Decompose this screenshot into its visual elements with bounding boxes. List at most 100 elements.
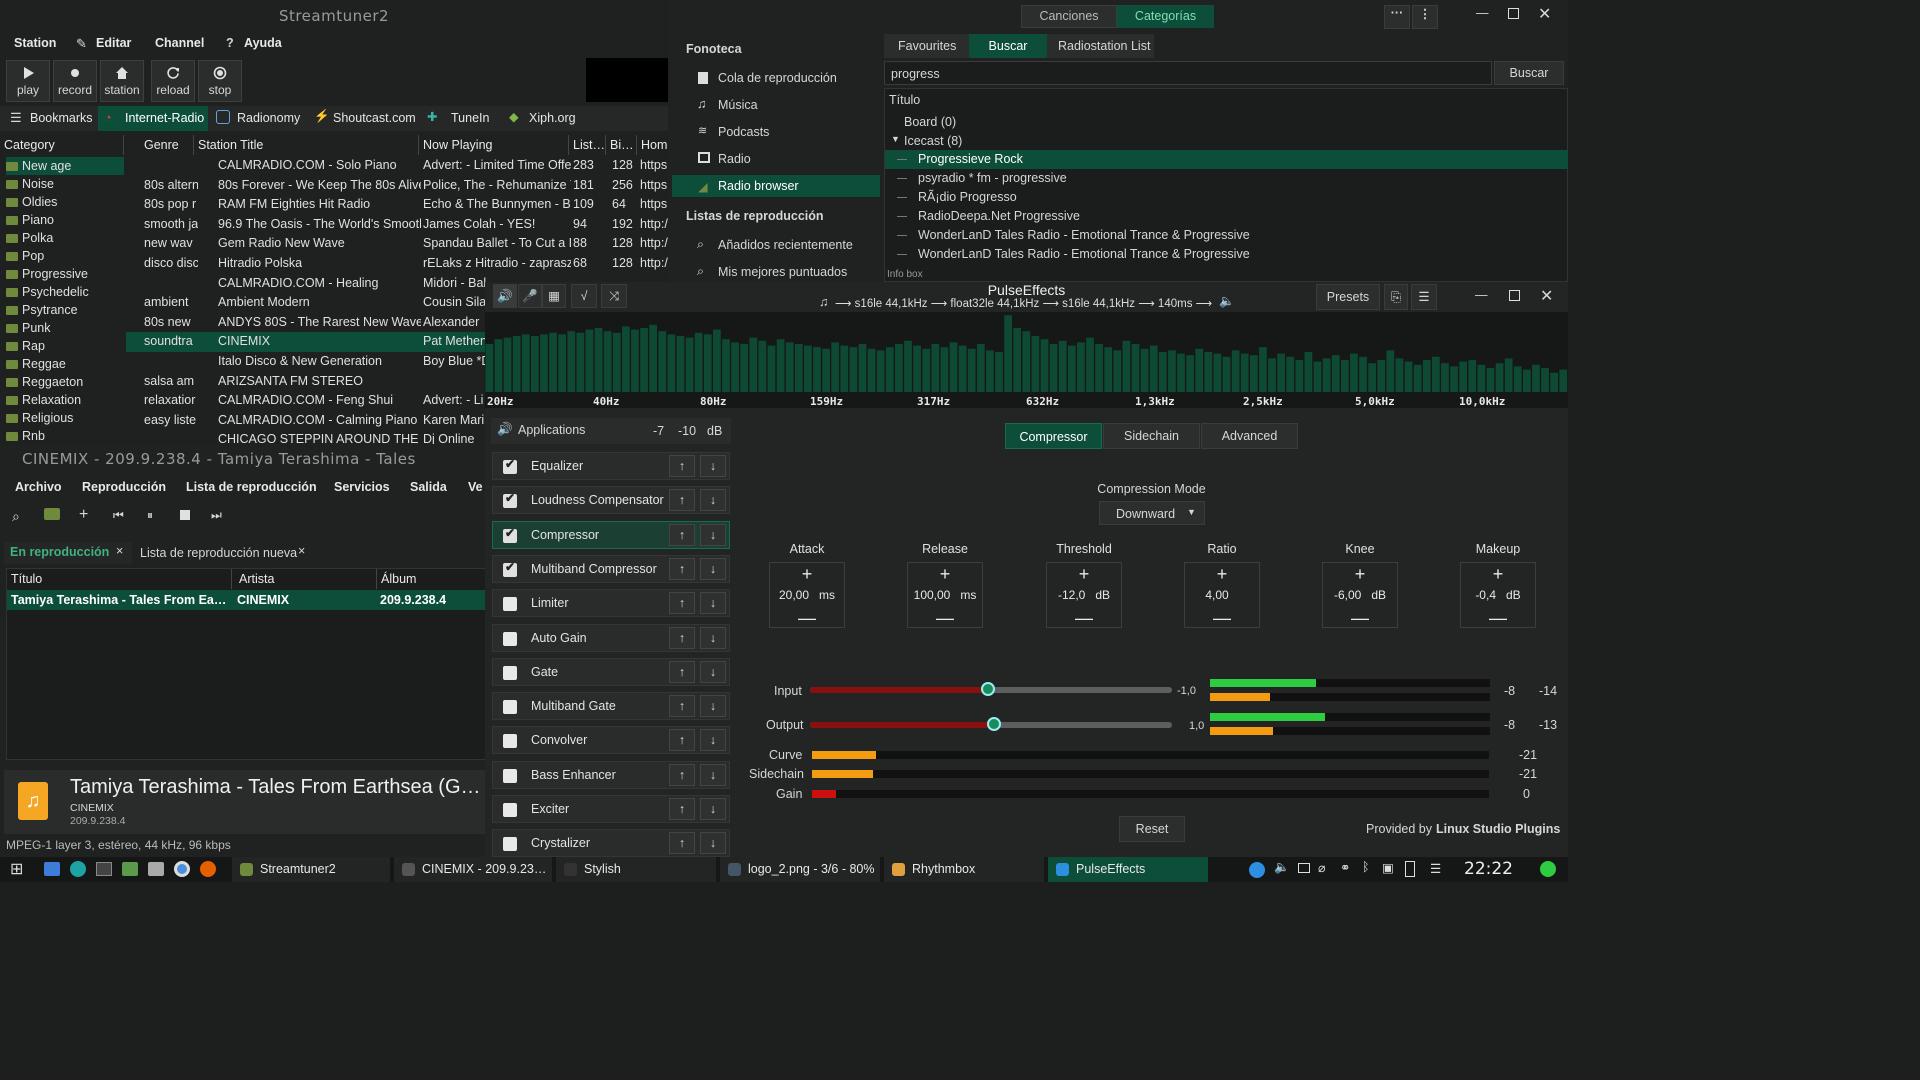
col-bitrate[interactable]: Bitrat (606, 135, 637, 155)
tree-board[interactable]: Board (0) (904, 115, 956, 129)
plugin-item[interactable]: Bass Enhancer ↑ ↓ (492, 760, 730, 789)
move-down-button[interactable]: ↓ (700, 626, 726, 649)
increment-button[interactable]: + (1323, 565, 1397, 583)
tab-compressor[interactable]: Compressor (1005, 423, 1102, 449)
save-icon[interactable]: ⎘ (1384, 284, 1408, 310)
move-down-button[interactable]: ↓ (700, 523, 726, 546)
files-icon[interactable] (44, 862, 60, 876)
menu-servicios[interactable]: Servicios (334, 480, 390, 494)
terminal-icon[interactable] (96, 862, 112, 876)
col-home[interactable]: Home (637, 135, 668, 155)
tab-favourites[interactable]: Favourites (898, 39, 956, 53)
move-down-button[interactable]: ↓ (700, 557, 726, 580)
songs-toggle[interactable]: Canciones (1021, 5, 1117, 28)
category-item[interactable]: Noise (6, 175, 124, 193)
presets-button[interactable]: Presets (1316, 284, 1380, 310)
plugin-item[interactable]: Auto Gain ↑ ↓ (492, 623, 730, 652)
image-viewer-icon[interactable] (148, 862, 164, 876)
sidebar-item-podcasts[interactable]: Podcasts (718, 125, 769, 139)
plugin-item[interactable]: ✔ Multiband Compressor ↑ ↓ (492, 554, 730, 583)
battery-icon[interactable] (1405, 861, 1415, 877)
next-icon[interactable]: ⏭ (211, 508, 222, 523)
category-item[interactable]: Progressive (6, 265, 124, 283)
input-slider[interactable] (810, 682, 1172, 696)
plugin-item[interactable]: Exciter ↑ ↓ (492, 795, 730, 823)
plugin-checkbox[interactable] (503, 837, 517, 852)
table-row[interactable]: 80s pop r RAM FM Eighties Hit Radio Echo &… (126, 195, 668, 215)
move-up-button[interactable]: ↑ (669, 695, 695, 718)
category-item[interactable]: Reggaeton (6, 373, 124, 391)
knob-control[interactable]: +100,00 ms — (907, 562, 983, 628)
col-listeners[interactable]: Listene (569, 135, 606, 155)
knob-control[interactable]: +4,00 — (1184, 562, 1260, 628)
plugin-item[interactable]: ✔ Loudness Compensator ↑ ↓ (492, 486, 730, 515)
close-window-icon[interactable]: ✕ (1540, 286, 1553, 306)
plugin-checkbox[interactable] (503, 700, 517, 715)
input-slider-handle[interactable] (981, 682, 995, 696)
col-now-playing[interactable]: Now Playing (419, 135, 569, 155)
plugin-item[interactable]: Convolver ↑ ↓ (492, 726, 730, 755)
result-row[interactable]: RÃ¡dio Progresso (885, 188, 1568, 207)
table-row[interactable]: new wav Gem Radio New Wave Spandau Ballet … (126, 234, 668, 254)
menu-archivo[interactable]: Archivo (15, 480, 62, 494)
search-button[interactable]: Buscar (1494, 61, 1564, 85)
col-station-title[interactable]: Station Title (194, 135, 419, 155)
move-down-button[interactable]: ↓ (700, 798, 726, 820)
category-item[interactable]: Psychedelic (6, 283, 124, 301)
plugin-checkbox[interactable]: ✔ (503, 526, 517, 543)
taskbar-item[interactable]: logo_2.png - 3/6 - 80% (720, 857, 880, 882)
previous-icon[interactable]: ⏮ (113, 508, 124, 523)
taskbar-item[interactable]: Stylish (556, 857, 716, 882)
bluetooth-icon[interactable]: ᛒ (1362, 860, 1370, 874)
knob-value-row[interactable]: 20,00 ms (770, 588, 844, 602)
close-window-icon[interactable]: ✕ (1538, 4, 1551, 24)
tab-now-playing[interactable]: En reproducción × (4, 542, 132, 564)
playlist-recent[interactable]: Añadidos recientemente (718, 238, 853, 252)
hamburger-icon[interactable]: ☰ (1411, 284, 1437, 310)
result-row[interactable]: RadioDeepa.Net Progressive (885, 207, 1568, 226)
move-down-button[interactable]: ↓ (700, 455, 726, 477)
record-button[interactable]: record (53, 60, 97, 102)
plugin-checkbox[interactable]: ✔ (503, 560, 517, 577)
move-down-button[interactable]: ↓ (700, 489, 726, 512)
rb-col-title[interactable]: Título (7, 569, 232, 589)
plugin-checkbox[interactable] (503, 631, 517, 646)
plugin-item[interactable]: ✔ Equalizer ↑ ↓ (492, 452, 730, 480)
knob-value-row[interactable]: -0,4 dB (1461, 588, 1535, 602)
col-genre[interactable]: Genre (140, 135, 194, 155)
tab-new-playlist[interactable]: Lista de reproducción nueva × (134, 542, 318, 564)
station-button[interactable]: station (100, 60, 144, 102)
menu-reproduccion[interactable]: Reproducción (82, 480, 166, 494)
playlist-top-rated[interactable]: Mis mejores puntuados (718, 265, 847, 279)
table-row[interactable]: Tamiya Terashima - Tales From Eart... CI… (7, 590, 489, 610)
stop-button[interactable]: stop (198, 60, 242, 102)
table-row[interactable]: 80s altern 80s Forever - We Keep The 80s … (126, 176, 668, 196)
category-item[interactable]: Rap (6, 337, 124, 355)
taskbar-item[interactable]: Streamtuner2 (232, 857, 390, 882)
plugin-checkbox[interactable] (503, 665, 517, 680)
taskbar-item[interactable]: CINEMIX - 209.9.238.... (394, 857, 552, 882)
reset-button[interactable]: Reset (1119, 816, 1185, 842)
knob-control[interactable]: + -6,00 dB — (1322, 562, 1398, 628)
results-col-title[interactable]: Título (889, 93, 920, 107)
reload-button[interactable]: reload (151, 60, 195, 102)
tab-tunein[interactable]: TuneIn (451, 108, 489, 129)
pause-icon[interactable]: ⏸ (147, 508, 153, 523)
plugin-checkbox[interactable]: ✔ (503, 491, 517, 509)
close-icon[interactable]: × (298, 544, 305, 558)
folder-icon[interactable] (44, 508, 60, 520)
category-item[interactable]: Relaxation (6, 391, 124, 409)
menu-station[interactable]: Station (14, 36, 56, 54)
clock[interactable]: 22:22 (1464, 859, 1513, 879)
move-up-button[interactable]: ↑ (669, 660, 695, 683)
category-item[interactable]: Religious (6, 409, 124, 427)
tab-shoutcast[interactable]: Shoutcast.com (333, 108, 416, 129)
table-row[interactable]: CALMRADIO.COM - Solo Piano Advert: - Limi… (126, 156, 668, 176)
category-item[interactable]: New age (6, 157, 124, 175)
knob-control[interactable]: +20,00 ms — (769, 562, 845, 628)
move-up-button[interactable]: ↑ (669, 557, 695, 580)
move-down-button[interactable]: ↓ (700, 832, 726, 855)
tab-xiph[interactable]: Xiph.org (529, 108, 576, 129)
move-up-button[interactable]: ↑ (669, 832, 695, 855)
menu-lista[interactable]: Lista de reproducción (186, 480, 317, 494)
